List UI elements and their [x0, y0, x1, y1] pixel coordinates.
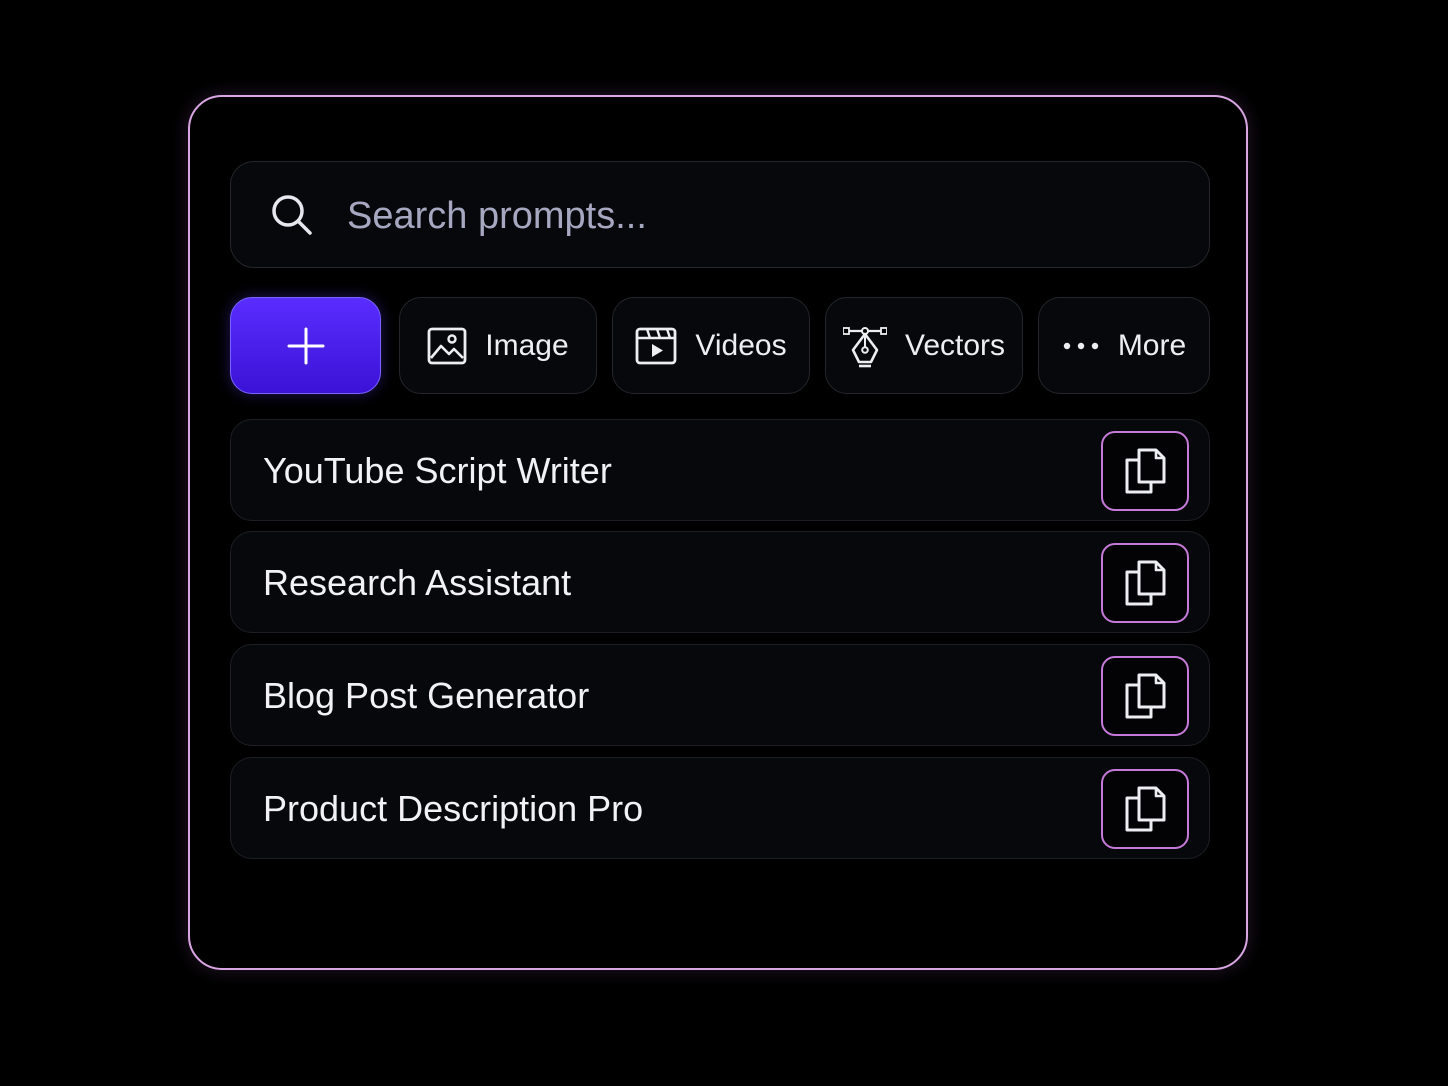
- copy-icon: [1125, 560, 1166, 606]
- image-icon: [427, 327, 467, 364]
- plus-icon: [287, 327, 324, 364]
- prompt-row[interactable]: Product Description Pro: [230, 757, 1210, 859]
- copy-icon: [1125, 448, 1166, 494]
- prompt-title: Blog Post Generator: [263, 675, 590, 716]
- prompt-row[interactable]: Blog Post Generator: [230, 644, 1210, 746]
- search-icon: [272, 195, 312, 235]
- more-dots-icon: [1063, 342, 1099, 349]
- add-prompt-button[interactable]: [230, 297, 381, 394]
- copy-button[interactable]: [1101, 769, 1189, 849]
- copy-icon: [1125, 673, 1166, 719]
- chip-more-label: More: [1117, 328, 1187, 362]
- chip-image-label: Image: [485, 328, 569, 362]
- prompt-title: YouTube Script Writer: [263, 450, 612, 491]
- search-input[interactable]: [345, 182, 1169, 250]
- copy-button[interactable]: [1101, 543, 1189, 623]
- prompt-title: Product Description Pro: [263, 788, 644, 829]
- chip-videos-label: Videos: [695, 328, 787, 362]
- chip-vectors-label: Vectors: [904, 328, 1006, 362]
- copy-button[interactable]: [1101, 431, 1189, 511]
- prompt-panel: Image Videos: [188, 95, 1248, 970]
- copy-icon: [1125, 786, 1166, 832]
- chip-image[interactable]: Image: [399, 297, 597, 394]
- video-clapper-icon: [636, 327, 677, 364]
- pen-tool-icon: [842, 326, 887, 367]
- chip-more[interactable]: More: [1038, 297, 1210, 394]
- chip-videos[interactable]: Videos: [612, 297, 810, 394]
- chip-vectors[interactable]: Vectors: [825, 297, 1023, 394]
- prompt-row[interactable]: YouTube Script Writer: [230, 419, 1210, 521]
- prompt-row[interactable]: Research Assistant: [230, 531, 1210, 633]
- copy-button[interactable]: [1101, 656, 1189, 736]
- prompt-title: Research Assistant: [263, 562, 572, 603]
- search-bar[interactable]: [230, 161, 1210, 268]
